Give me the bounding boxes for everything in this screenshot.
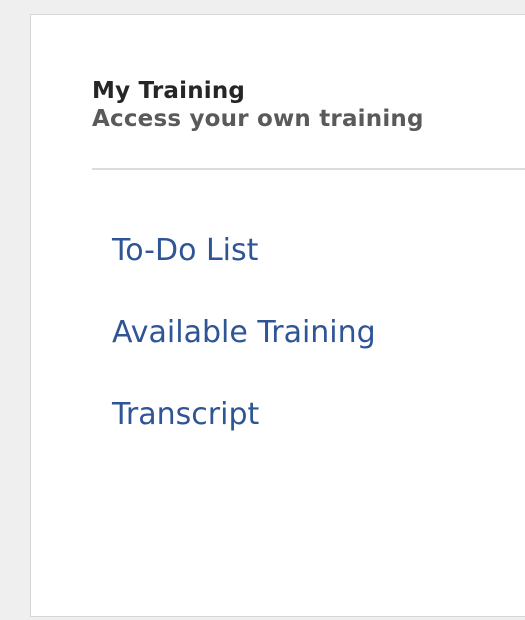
panel-header: My Training Access your own training <box>92 77 525 133</box>
panel-subtitle: Access your own training <box>92 106 424 132</box>
list-item: To-Do List <box>112 233 376 269</box>
header-divider <box>92 168 525 170</box>
to-do-list-link[interactable]: To-Do List <box>112 233 376 269</box>
my-training-panel: My Training Access your own training To-… <box>30 14 525 617</box>
list-item: Available Training <box>112 315 376 351</box>
training-nav-list: To-Do List Available Training Transcript <box>112 233 376 479</box>
list-item: Transcript <box>112 397 376 433</box>
panel-title: My Training <box>92 78 246 104</box>
transcript-link[interactable]: Transcript <box>112 397 376 433</box>
available-training-link[interactable]: Available Training <box>112 315 376 351</box>
